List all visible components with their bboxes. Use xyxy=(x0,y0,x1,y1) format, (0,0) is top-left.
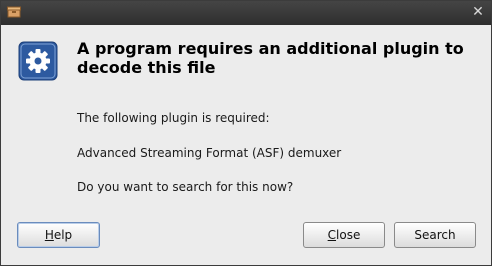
dialog-content: A program requires an additional plugin … xyxy=(1,25,491,265)
help-label: elp xyxy=(53,228,73,242)
search-button[interactable]: Search xyxy=(394,222,476,248)
help-button[interactable]: Help xyxy=(17,222,100,248)
gear-icon xyxy=(18,41,58,81)
dialog-window: ✕ A program requires an additional plugi… xyxy=(0,0,492,266)
title-bar[interactable]: ✕ xyxy=(1,1,491,25)
package-icon xyxy=(7,6,21,18)
close-mnemonic: C xyxy=(327,228,337,242)
close-label: lose xyxy=(336,228,361,242)
close-button[interactable]: Close xyxy=(303,222,385,248)
search-question: Do you want to search for this now? xyxy=(77,180,294,194)
plugin-name: Advanced Streaming Format (ASF) demuxer xyxy=(77,146,342,160)
required-plugin-label: The following plugin is required: xyxy=(77,111,270,125)
help-mnemonic: H xyxy=(44,228,54,242)
close-icon[interactable]: ✕ xyxy=(470,4,486,20)
dialog-heading: A program requires an additional plugin … xyxy=(77,39,464,77)
